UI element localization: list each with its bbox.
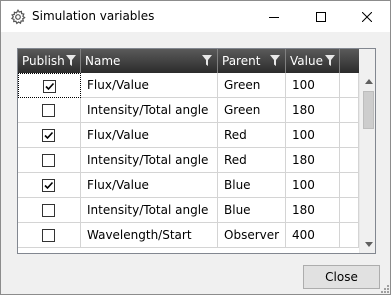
filter-icon[interactable] [270,55,280,66]
cell-parent[interactable]: Red [218,123,286,148]
header-corner [359,49,375,73]
cell-name[interactable]: Intensity/Total angle [81,198,218,223]
column-header-label: Publish [22,54,65,68]
filter-icon[interactable] [202,55,212,66]
filter-icon[interactable] [325,55,335,66]
cell-filler [340,198,359,223]
title-bar[interactable]: Simulation variables [1,1,390,32]
column-header-parent[interactable]: Parent [218,49,286,73]
table-row[interactable]: Flux/Value Green 100 [18,73,359,98]
resize-grip-icon[interactable] [378,282,390,294]
cell-publish [18,223,81,248]
column-header-label: Name [85,54,121,68]
cell-publish [18,198,81,223]
checkmark-icon [44,181,54,190]
cell-value[interactable]: 400 [286,223,340,248]
arrow-up-icon [364,79,373,84]
cell-name[interactable]: Flux/Value [81,173,218,198]
window-title: Simulation variables [32,9,155,23]
publish-checkbox[interactable] [42,204,55,217]
table-row[interactable]: Flux/Value Blue 100 [18,173,359,198]
table-row[interactable]: Intensity/Total angle Green 180 [18,98,359,123]
checkmark-icon [44,131,54,140]
table-row[interactable]: Intensity/Total angle Red 180 [18,148,359,173]
cell-parent[interactable]: Green [218,73,286,98]
cell-name[interactable]: Flux/Value [81,73,218,98]
cell-parent[interactable]: Blue [218,198,286,223]
scroll-down-button[interactable] [360,236,375,253]
arrow-down-icon [364,242,373,247]
publish-checkbox[interactable] [42,229,55,242]
minimize-button[interactable] [251,1,297,32]
cell-filler [340,223,359,248]
cell-filler [340,123,359,148]
cell-value[interactable]: 100 [286,173,340,198]
cell-filler [340,148,359,173]
cell-name[interactable]: Intensity/Total angle [81,148,218,173]
cell-name[interactable]: Intensity/Total angle [81,98,218,123]
cell-value[interactable]: 100 [286,123,340,148]
cell-publish [18,148,81,173]
simulation-variables-dialog: Simulation variables Publish Name Parent [0,0,391,295]
cell-filler [340,173,359,198]
close-icon [362,11,372,22]
cell-filler [340,98,359,123]
column-header-label: Parent [222,54,261,68]
vertical-scrollbar[interactable] [359,73,375,253]
cell-value[interactable]: 180 [286,98,340,123]
grid-header: Publish Name Parent Value [18,49,359,73]
cell-publish [18,123,81,148]
column-header-name[interactable]: Name [81,49,218,73]
publish-checkbox[interactable] [42,179,55,192]
cell-name[interactable]: Wavelength/Start [81,223,218,248]
cell-publish [18,98,81,123]
cell-parent[interactable]: Blue [218,173,286,198]
cell-publish [18,73,81,98]
table-row[interactable]: Wavelength/Start Observer 400 [18,223,359,248]
publish-checkbox[interactable] [42,104,55,117]
close-button[interactable]: Close [303,265,380,289]
minimize-icon [269,16,279,18]
column-header-filler [340,49,359,73]
publish-checkbox[interactable] [42,154,55,167]
cell-publish [18,173,81,198]
maximize-icon [316,11,326,22]
cell-name[interactable]: Flux/Value [81,123,218,148]
checkmark-icon [45,82,55,91]
cell-filler [340,73,359,98]
scroll-thumb[interactable] [363,91,374,129]
cell-parent[interactable]: Observer [218,223,286,248]
filter-icon[interactable] [66,55,76,66]
cell-parent[interactable]: Red [218,148,286,173]
close-window-button[interactable] [344,1,390,32]
scroll-up-button[interactable] [360,73,375,90]
variables-grid[interactable]: Publish Name Parent Value Flux/Value Gree… [17,48,376,254]
cell-parent[interactable]: Green [218,98,286,123]
cell-value[interactable]: 180 [286,198,340,223]
column-header-label: Value [290,54,323,68]
cell-value[interactable]: 100 [286,73,340,98]
gear-icon [10,9,26,25]
publish-checkbox[interactable] [42,129,55,142]
column-header-publish[interactable]: Publish [18,49,81,73]
cell-value[interactable]: 180 [286,148,340,173]
table-row[interactable]: Flux/Value Red 100 [18,123,359,148]
maximize-button[interactable] [298,1,344,32]
column-header-value[interactable]: Value [286,49,340,73]
publish-checkbox[interactable] [43,80,56,93]
table-row[interactable]: Intensity/Total angle Blue 180 [18,198,359,223]
